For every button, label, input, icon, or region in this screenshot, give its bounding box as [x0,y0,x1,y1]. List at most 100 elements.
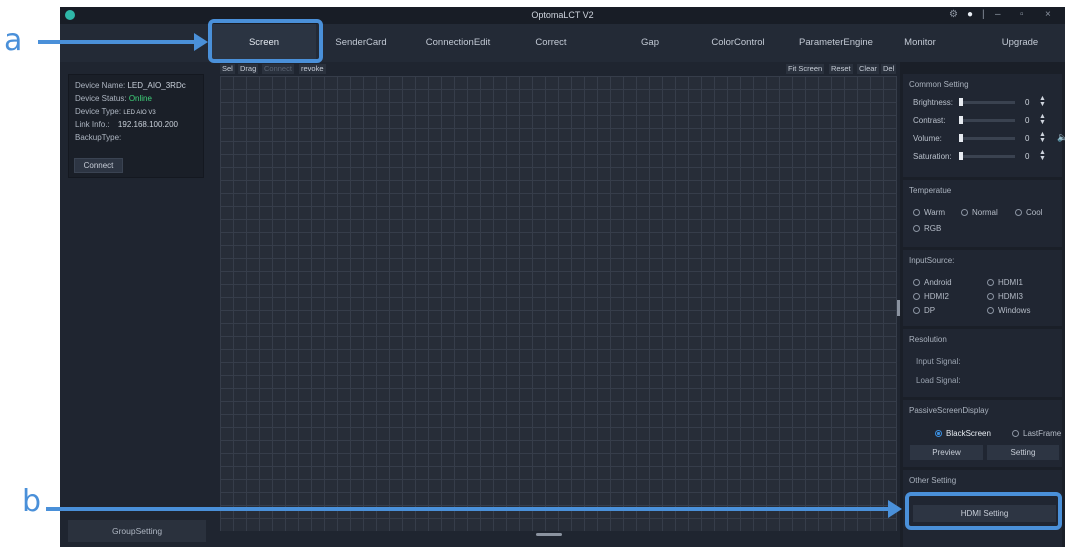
lastframe-label: LastFrame [1023,429,1062,438]
resolution-title: Resolution [909,335,947,344]
input-windows-label: Windows [998,306,1031,315]
contrast-slider-knob[interactable] [959,116,963,124]
device-info-card: Device Name: LED_AIO_3RDc Device Status:… [68,74,204,178]
brightness-spinner-icon[interactable]: ▲ ▼ [1039,95,1046,108]
saturation-slider-knob[interactable] [959,152,963,160]
clear-button[interactable]: Clear [857,64,879,74]
screenshot-stage: OptomaLCT V2 ⚙ ● | – ▫ × Screen SenderCa… [0,0,1065,547]
preview-button[interactable]: Preview [910,445,983,460]
group-setting-button[interactable]: GroupSetting [68,520,206,542]
input-hdmi2-radio[interactable]: HDMI2 [913,292,949,301]
sel-button[interactable]: Sel [220,64,235,74]
device-status-label: Device Status: [75,94,127,103]
tab-connectionedit[interactable]: ConnectionEdit [410,24,506,62]
revoke-button[interactable]: revoke [299,64,326,74]
tab-sendercard[interactable]: SenderCard [322,24,400,62]
input-android-radio[interactable]: Android [913,278,952,287]
device-status-row: Device Status: Online [75,94,152,103]
saturation-value[interactable]: 0 [1025,152,1029,161]
link-info-label: Link Info.: [75,120,110,129]
contrast-slider[interactable] [959,119,1015,122]
close-button[interactable]: × [1045,9,1051,20]
callout-highlight-hdmi-setting [905,492,1062,530]
brightness-slider[interactable] [959,101,1015,104]
app-window: OptomaLCT V2 ⚙ ● | – ▫ × Screen SenderCa… [60,7,1065,547]
drag-button[interactable]: Drag [238,64,259,74]
temperature-warm-radio[interactable]: Warm [913,208,945,217]
temperature-warm-label: Warm [924,208,946,217]
input-hdmi1-radio[interactable]: HDMI1 [987,278,1023,287]
input-hdmi3-label: HDMI3 [998,292,1023,301]
volume-slider-row: Volume: 0 ▲ ▼ 🔈 [913,131,1065,145]
callout-arrow-a [38,33,208,51]
tab-parameterengine[interactable]: ParameterEngine [784,24,888,62]
device-type-label: Device Type: [75,107,122,116]
temperature-rgb-label: RGB [924,224,942,233]
callout-highlight-screen-tab [208,19,323,63]
passive-setting-button[interactable]: Setting [987,445,1059,460]
blackscreen-radio[interactable]: BlackScreen [935,429,991,438]
brightness-value[interactable]: 0 [1025,98,1029,107]
resolution-section: Resolution Input Signal: Load Signal: [903,329,1062,397]
reset-button[interactable]: Reset [829,64,853,74]
contrast-spinner-icon[interactable]: ▲ ▼ [1039,113,1046,126]
temperature-cool-radio[interactable]: Cool [1015,208,1042,217]
callout-label-b: b [22,484,42,519]
speaker-icon[interactable]: 🔈 [1057,132,1065,143]
volume-spinner-icon[interactable]: ▲ ▼ [1039,131,1046,144]
common-setting-title: Common Setting [909,80,969,89]
link-info-row: Link Info.: 192.168.100.200 [75,120,178,129]
tab-colorcontrol[interactable]: ColorControl [696,24,780,62]
tab-upgrade[interactable]: Upgrade [985,24,1055,62]
lastframe-radio[interactable]: LastFrame [1012,429,1061,438]
input-dp-label: DP [924,306,936,315]
volume-slider-knob[interactable] [959,134,963,142]
temperature-cool-label: Cool [1026,208,1043,217]
fit-screen-button[interactable]: Fit Screen [786,64,825,74]
connect-button[interactable]: Connect [74,158,123,173]
saturation-spinner-icon[interactable]: ▲ ▼ [1039,149,1046,162]
passive-display-section: PassiveScreenDisplay BlackScreen LastFra… [903,400,1062,467]
canvas-toolbar: Sel Drag Connect revoke Fit Screen Reset… [217,64,897,74]
callout-arrow-b [46,500,902,518]
tab-correct[interactable]: Correct [516,24,586,62]
saturation-slider[interactable] [959,155,1015,158]
volume-slider[interactable] [959,137,1015,140]
common-setting-section: Common Setting Brightness: 0 ▲ ▼ Contrast… [903,74,1065,177]
saturation-slider-row: Saturation: 0 ▲ ▼ [913,149,1053,163]
contrast-slider-row: Contrast: 0 ▲ ▼ [913,113,1053,127]
volume-label: Volume: [913,134,942,143]
callout-label-a: a [4,23,23,58]
minimize-button[interactable]: – [995,9,1001,20]
contrast-value[interactable]: 0 [1025,116,1029,125]
brightness-slider-knob[interactable] [959,98,963,106]
backup-type-label: BackupType: [75,133,122,142]
drawer-handle[interactable] [536,533,562,536]
input-windows-radio[interactable]: Windows [987,306,1030,315]
device-panel: Device Name: LED_AIO_3RDc Device Status:… [60,62,217,547]
connect-tool-button[interactable]: Connect [262,64,294,74]
screen-layout-canvas[interactable] [220,76,897,531]
temperature-rgb-radio[interactable]: RGB [913,224,941,233]
user-account-icon[interactable]: ● [967,9,973,20]
device-type-row: Device Type: LED AIO V3 [75,107,156,116]
temperature-title: Temperatue [909,186,952,195]
input-hdmi3-radio[interactable]: HDMI3 [987,292,1023,301]
brightness-label: Brightness: [913,98,954,107]
title-divider: | [982,9,985,20]
settings-gear-icon[interactable]: ⚙ [949,9,958,20]
temperature-normal-radio[interactable]: Normal [961,208,998,217]
input-hdmi1-label: HDMI1 [998,278,1023,287]
input-signal-label: Input Signal: [916,357,961,366]
maximize-button[interactable]: ▫ [1020,9,1024,20]
del-button[interactable]: Del [881,64,897,74]
volume-value[interactable]: 0 [1025,134,1029,143]
tab-monitor[interactable]: Monitor [892,24,948,62]
device-type-value: LED AIO V3 [123,110,156,116]
other-setting-title: Other Setting [909,476,957,485]
tab-gap[interactable]: Gap [620,24,680,62]
input-dp-radio[interactable]: DP [913,306,935,315]
load-signal-label: Load Signal: [916,376,961,385]
temperature-normal-label: Normal [972,208,998,217]
device-status-value: Online [128,94,152,103]
